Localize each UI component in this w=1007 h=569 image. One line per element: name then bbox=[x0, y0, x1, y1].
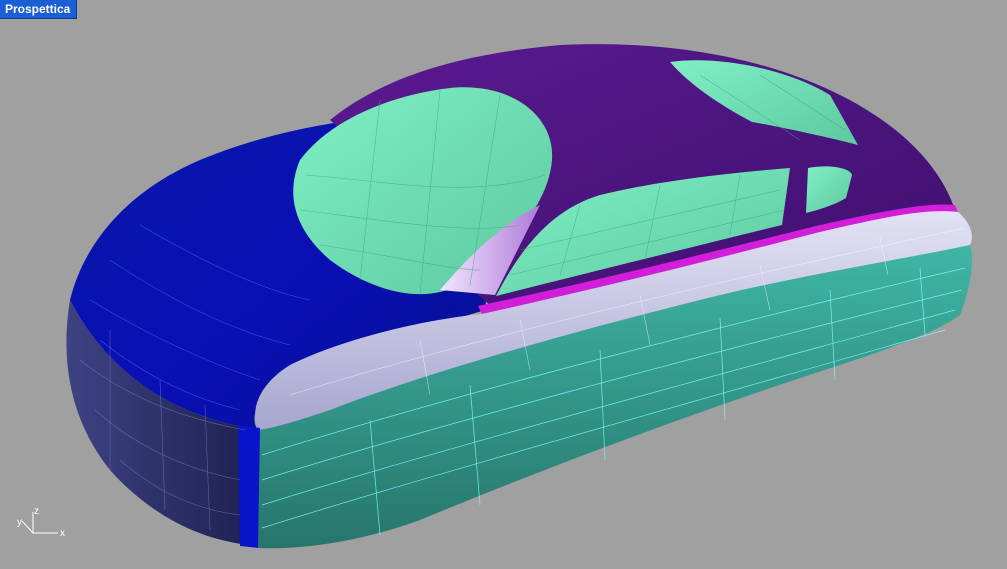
axis-z-label: z bbox=[34, 506, 39, 517]
axis-x-label: x bbox=[60, 528, 65, 539]
perspective-viewport[interactable]: Prospettica x y z bbox=[0, 0, 1007, 569]
axis-y-label: y bbox=[17, 517, 22, 528]
front-blue-band bbox=[238, 425, 260, 548]
3d-model-render[interactable]: x y z bbox=[0, 0, 1007, 569]
world-axes-icon: x y z bbox=[17, 506, 65, 539]
viewport-title-tab[interactable]: Prospettica bbox=[0, 0, 78, 19]
